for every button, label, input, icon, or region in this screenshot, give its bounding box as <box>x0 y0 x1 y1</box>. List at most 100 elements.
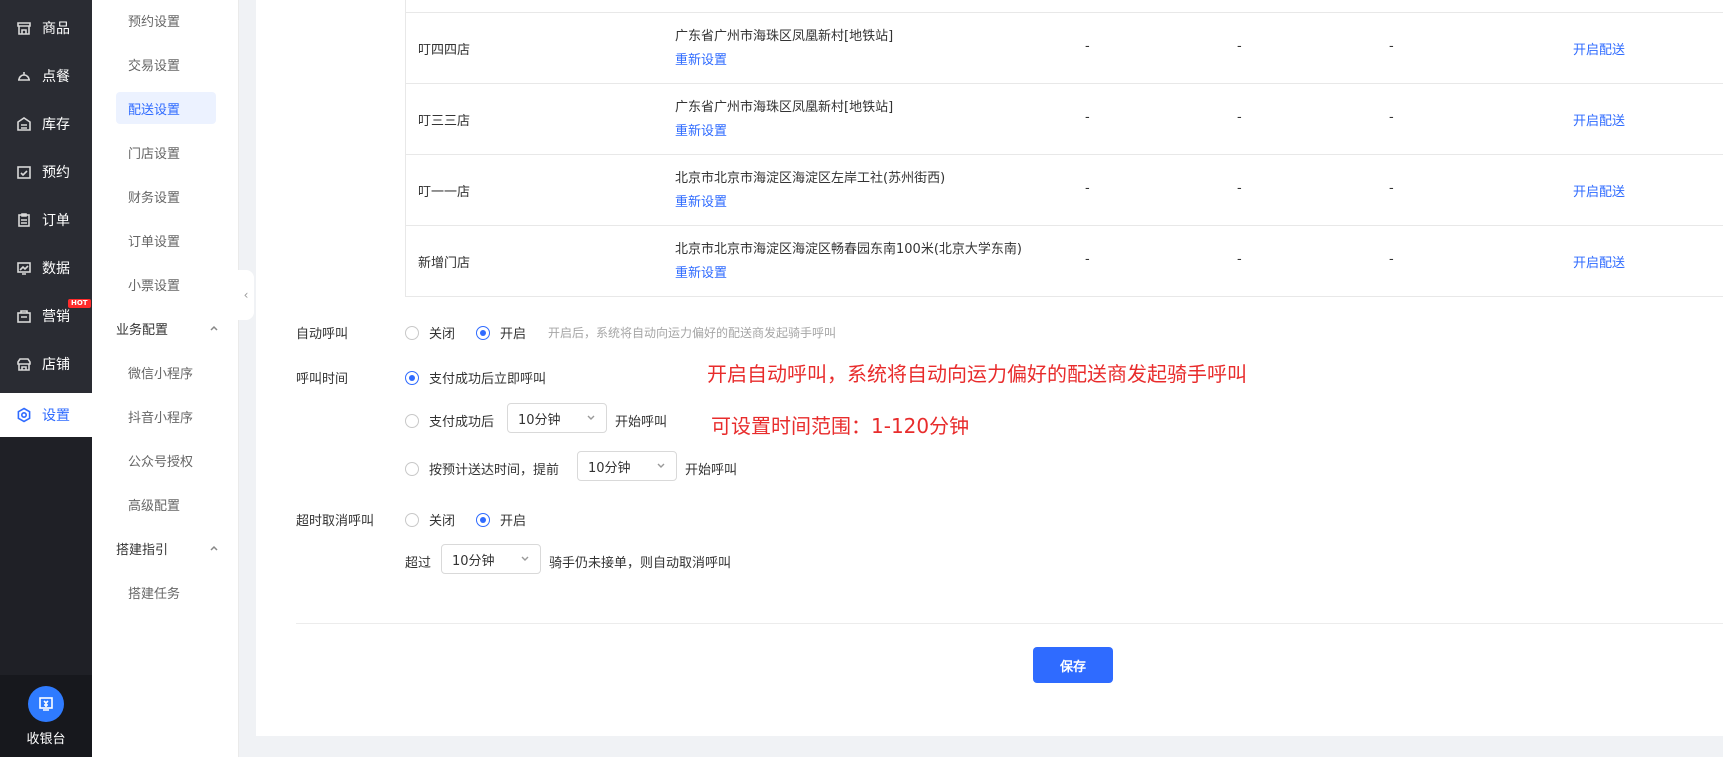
submenu-item-finance-settings[interactable]: 财务设置 <box>116 180 216 212</box>
table-row: 叮四四店 广东省广州市海珠区凤凰新村[地铁站] 重新设置 - - - 开启配送 <box>406 12 1723 83</box>
reset-link[interactable]: 重新设置 <box>675 262 727 281</box>
submenu-item-store-settings[interactable]: 门店设置 <box>116 136 216 168</box>
nav-item-label: 预约 <box>42 165 70 181</box>
timeout-cancel-text: 骑手仍未接单，则自动取消呼叫 <box>549 556 732 571</box>
submenu-item-reservation-settings[interactable]: 预约设置 <box>116 4 216 36</box>
table-row: 叮三三店 广东省广州市海珠区凤凰新村[地铁站] 重新设置 - - - 开启配送 <box>406 83 1723 154</box>
radio-label: 支付成功后立即呼叫 <box>429 372 547 387</box>
reset-link[interactable]: 重新设置 <box>675 191 727 210</box>
radio-dot-checked <box>405 370 419 385</box>
nav-item-orders[interactable]: 订单 <box>0 200 92 240</box>
nav-item-order-food[interactable]: 点餐 <box>0 56 92 96</box>
cell-value: - <box>1237 39 1242 54</box>
nav-item-store[interactable]: 店铺 <box>0 344 92 384</box>
nav-item-reservation[interactable]: 预约 <box>0 152 92 192</box>
nav-item-label: 库存 <box>42 117 70 133</box>
cell-value: - <box>1085 39 1090 54</box>
enable-delivery-link[interactable]: 开启配送 <box>1573 39 1625 58</box>
annotation-auto-call: 开启自动呼叫，系统将自动向运力偏好的配送商发起骑手呼叫 <box>707 362 1247 386</box>
enable-delivery-link[interactable]: 开启配送 <box>1573 181 1625 200</box>
save-button[interactable]: 保存 <box>1033 647 1113 683</box>
chevron-up-icon <box>210 325 218 331</box>
chevron-down-icon <box>657 463 665 468</box>
radio-label: 关闭 <box>429 514 456 529</box>
radio-label: 开启 <box>500 327 527 342</box>
select-value: 10分钟 <box>518 412 561 428</box>
form-divider <box>296 623 1723 624</box>
reset-link[interactable]: 重新设置 <box>675 120 727 139</box>
submenu-item-build-tasks[interactable]: 搭建任务 <box>116 576 216 608</box>
auto-call-hint: 开启后，系统将自动向运力偏好的配送商发起骑手呼叫 <box>548 326 837 340</box>
timeout-cancel-label: 超时取消呼叫 <box>296 514 375 529</box>
select-value: 10分钟 <box>452 553 495 569</box>
store-name: 叮一一店 <box>418 185 471 200</box>
nav-item-settings[interactable]: 设置 <box>0 393 92 437</box>
auto-call-on-radio[interactable]: 开启 <box>476 323 526 342</box>
radio-dot <box>405 512 419 527</box>
radio-label: 按预计送达时间，提前 <box>429 463 560 478</box>
nav-item-label: 店铺 <box>42 357 70 373</box>
after-payment-delay-select[interactable]: 10分钟 <box>507 403 607 433</box>
table-row: 新增门店 北京市北京市海淀区海淀区畅春园东南100米(北京大学东南) 重新设置 … <box>406 225 1723 296</box>
store-address: 广东省广州市海珠区凤凰新村[地铁站] <box>675 100 894 115</box>
reset-link[interactable]: 重新设置 <box>675 49 727 68</box>
table-row: 叮一一店 北京市北京市海淀区海淀区左岸工社(苏州街西) 重新设置 - - - 开… <box>406 154 1723 225</box>
settings-submenu: 预约设置 交易设置 配送设置 门店设置 财务设置 订单设置 小票设置 业务配置 … <box>92 0 239 757</box>
cashier-icon <box>28 685 64 722</box>
cell-value: - <box>1237 110 1242 125</box>
exceed-text: 超过 <box>405 556 432 571</box>
collapse-handle[interactable]: ‹ <box>238 270 254 320</box>
submenu-group-guide[interactable]: 搭建指引 <box>116 532 219 564</box>
timeout-cancel-on-radio[interactable]: 开启 <box>476 510 526 529</box>
nav-item-inventory[interactable]: 库存 <box>0 104 92 144</box>
submenu-group-business[interactable]: 业务配置 <box>116 312 219 344</box>
radio-label: 支付成功后 <box>429 415 495 430</box>
enable-delivery-link[interactable]: 开启配送 <box>1573 110 1625 129</box>
submenu-item-wechat-miniprogram[interactable]: 微信小程序 <box>116 356 216 388</box>
store-name: 新增门店 <box>418 256 471 271</box>
start-call-text: 开始呼叫 <box>615 415 668 430</box>
call-after-payment-radio[interactable]: 支付成功后 <box>405 411 494 430</box>
gear-icon <box>17 407 31 423</box>
submenu-item-advanced-config[interactable]: 高级配置 <box>116 488 216 520</box>
radio-label: 开启 <box>500 514 527 529</box>
nav-item-goods[interactable]: 商品 <box>0 8 92 48</box>
radio-dot-checked <box>476 325 490 340</box>
chevron-down-icon <box>521 556 529 561</box>
main-content: 叮四四店 广东省广州市海珠区凤凰新村[地铁站] 重新设置 - - - 开启配送 … <box>256 0 1723 736</box>
submenu-item-trade-settings[interactable]: 交易设置 <box>116 48 216 80</box>
submenu-group-label: 搭建指引 <box>116 542 169 558</box>
cell-value: - <box>1389 39 1394 54</box>
select-value: 10分钟 <box>588 460 631 476</box>
clipboard-icon <box>18 213 30 227</box>
submenu-item-official-account[interactable]: 公众号授权 <box>116 444 216 476</box>
submenu-item-douyin-miniprogram[interactable]: 抖音小程序 <box>116 400 216 432</box>
auto-call-off-radio[interactable]: 关闭 <box>405 323 455 342</box>
nav-item-label: 商品 <box>42 21 70 37</box>
inventory-icon <box>17 117 31 131</box>
auto-call-label: 自动呼叫 <box>296 327 349 342</box>
before-eta-delay-select[interactable]: 10分钟 <box>577 451 677 481</box>
cell-value: - <box>1237 252 1242 267</box>
chevron-up-icon <box>210 545 218 551</box>
radio-label: 关闭 <box>429 327 456 342</box>
marketing-icon <box>17 310 31 323</box>
cell-value: - <box>1389 181 1394 196</box>
nav-item-data[interactable]: 数据 <box>0 248 92 288</box>
timeout-cancel-off-radio[interactable]: 关闭 <box>405 510 455 529</box>
start-call-text: 开始呼叫 <box>685 463 738 478</box>
nav-item-label: 设置 <box>42 408 70 424</box>
cashier-button[interactable]: 收银台 <box>0 675 92 757</box>
submenu-item-order-settings[interactable]: 订单设置 <box>116 224 216 256</box>
call-before-eta-radio[interactable]: 按预计送达时间，提前 <box>405 459 559 478</box>
submenu-item-receipt-settings[interactable]: 小票设置 <box>116 268 216 300</box>
call-immediately-radio[interactable]: 支付成功后立即呼叫 <box>405 368 546 387</box>
chevron-left-icon: ‹ <box>243 288 249 302</box>
nav-item-marketing[interactable]: 营销 HOT <box>0 296 92 336</box>
timeout-delay-select[interactable]: 10分钟 <box>441 544 541 574</box>
cell-value: - <box>1389 252 1394 267</box>
enable-delivery-link[interactable]: 开启配送 <box>1573 252 1625 271</box>
submenu-item-delivery-settings[interactable]: 配送设置 <box>116 92 216 124</box>
nav-item-label: 数据 <box>42 261 70 277</box>
annotation-time-range: 可设置时间范围：1-120分钟 <box>711 414 970 438</box>
